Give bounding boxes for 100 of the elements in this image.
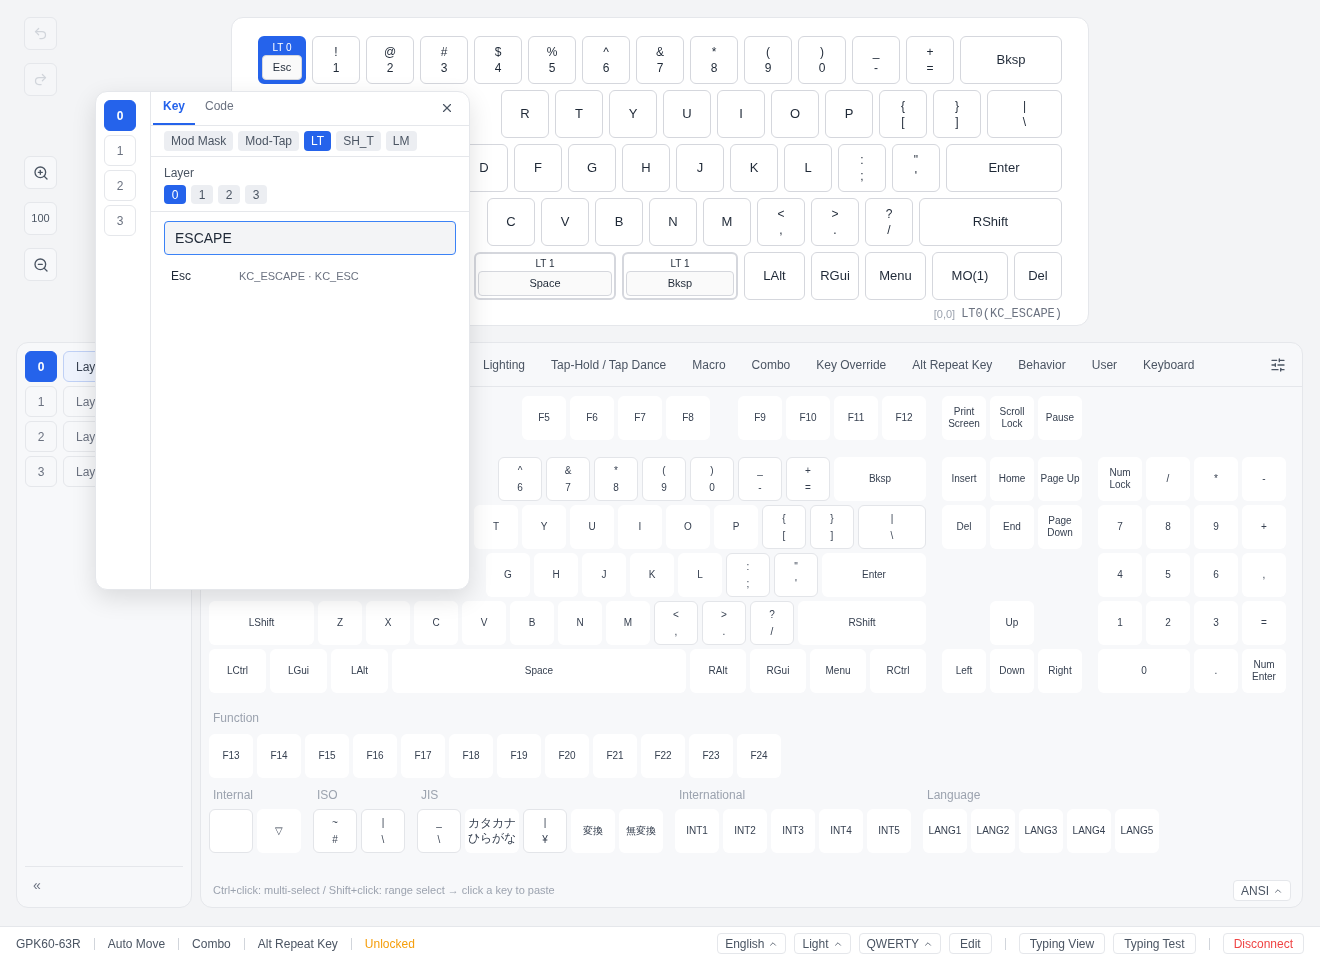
key[interactable]: Home [990,457,1034,501]
layout-dropdown[interactable]: ANSI [1233,880,1291,901]
key[interactable]: } ] [933,90,981,138]
key[interactable]: = [1242,601,1286,645]
key[interactable]: 5 [1146,553,1190,597]
key[interactable]: Up [990,601,1034,645]
key[interactable]: F10 [786,396,830,440]
key[interactable]: 無変換 [619,809,663,853]
key[interactable]: Right [1038,649,1082,693]
key[interactable]: Left [942,649,986,693]
key[interactable]: + = [906,36,954,84]
palette-tab[interactable]: User [1091,355,1118,374]
key[interactable]: O [771,90,819,138]
key[interactable]: LAlt [331,649,388,693]
key[interactable]: O [666,505,710,549]
layer-chip[interactable]: 2 [218,185,240,204]
key[interactable]: N [558,601,602,645]
key[interactable]: - [1242,457,1286,501]
key[interactable]: LAlt [744,252,805,300]
key[interactable]: F14 [257,734,301,778]
key[interactable]: / [1146,457,1190,501]
key[interactable]: INT4 [819,809,863,853]
key[interactable]: $ 4 [474,36,522,84]
key[interactable]: H [622,144,670,192]
key[interactable]: U [570,505,614,549]
palette-tab[interactable]: Combo [751,355,791,374]
key[interactable]: F11 [834,396,878,440]
key[interactable]: M [606,601,650,645]
key[interactable]: F9 [738,396,782,440]
key[interactable]: 1 [1098,601,1142,645]
toolbar-button[interactable]: Typing Test [1113,933,1196,954]
key[interactable]: C [487,198,535,246]
key[interactable]: P [714,505,758,549]
toolbar-button[interactable]: Edit [948,933,992,954]
zoom-level[interactable]: 100 [24,202,57,235]
key[interactable]: Page Down [1038,505,1082,549]
key[interactable]: 7 [1098,505,1142,549]
key[interactable]: LT 0 Esc [258,36,306,84]
key[interactable]: F22 [641,734,685,778]
key[interactable]: 9 [1194,505,1238,549]
key[interactable]: T [474,505,518,549]
key[interactable]: T [555,90,603,138]
key[interactable]: Y [522,505,566,549]
key[interactable]: C [414,601,458,645]
key[interactable]: Enter [946,144,1062,192]
key[interactable]: Pause [1038,396,1082,440]
key[interactable]: L [678,553,722,597]
key[interactable]: K [630,553,674,597]
layer-number[interactable]: 0 [25,351,57,382]
key[interactable]: RShift [798,601,926,645]
key[interactable]: Menu [865,252,926,300]
palette-tab[interactable]: Tap-Hold / Tap Dance [551,355,667,374]
palette-tab[interactable]: Behavior [1018,355,1066,374]
key[interactable]: F23 [689,734,733,778]
key[interactable]: I [717,90,765,138]
key[interactable]: F19 [497,734,541,778]
key[interactable]: | \ [858,505,926,549]
key[interactable]: { [ [762,505,806,549]
key[interactable]: R [501,90,549,138]
key[interactable]: , [1242,553,1286,597]
key[interactable]: | \ [987,90,1062,138]
key[interactable]: Del [1014,252,1062,300]
key[interactable]: L [784,144,832,192]
key[interactable]: P [825,90,873,138]
key[interactable]: LT 1 Space [474,252,616,300]
key[interactable]: RCtrl [870,649,926,693]
key[interactable]: Enter [822,553,926,597]
key[interactable]: End [990,505,1034,549]
key[interactable]: Down [990,649,1034,693]
layer-chip[interactable]: 3 [245,185,267,204]
key[interactable]: ) 0 [798,36,846,84]
key[interactable]: ? / [750,601,794,645]
key[interactable]: Page Up [1038,457,1082,501]
key[interactable]: 4 [1098,553,1142,597]
key[interactable]: 8 [1146,505,1190,549]
key[interactable]: < , [757,198,805,246]
key[interactable]: F24 [737,734,781,778]
key[interactable]: | \ [361,809,405,853]
key[interactable]: N [649,198,697,246]
key[interactable]: 変換 [571,809,615,853]
key[interactable]: LANG4 [1067,809,1111,853]
key[interactable]: B [595,198,643,246]
key[interactable]: カタカナ ひらがな [465,809,519,853]
key[interactable]: % 5 [528,36,576,84]
result-row[interactable]: Esc KC_ESCAPE · KC_ESC [151,267,469,285]
palette-tab[interactable]: Lighting [483,355,526,374]
key[interactable]: F8 [666,396,710,440]
key[interactable]: ! 1 [312,36,360,84]
key[interactable]: ? / [865,198,913,246]
key[interactable]: U [663,90,711,138]
zoom-out-button[interactable] [24,248,57,281]
settings-icon[interactable] [1270,356,1286,373]
key[interactable]: F12 [882,396,926,440]
key[interactable]: INT1 [675,809,719,853]
key[interactable]: F18 [449,734,493,778]
collapse-button[interactable]: « [25,875,49,896]
key[interactable]: G [568,144,616,192]
palette-tab[interactable]: Keyboard [1143,355,1195,374]
key[interactable]: : ; [726,553,770,597]
key[interactable]: ^ 6 [582,36,630,84]
